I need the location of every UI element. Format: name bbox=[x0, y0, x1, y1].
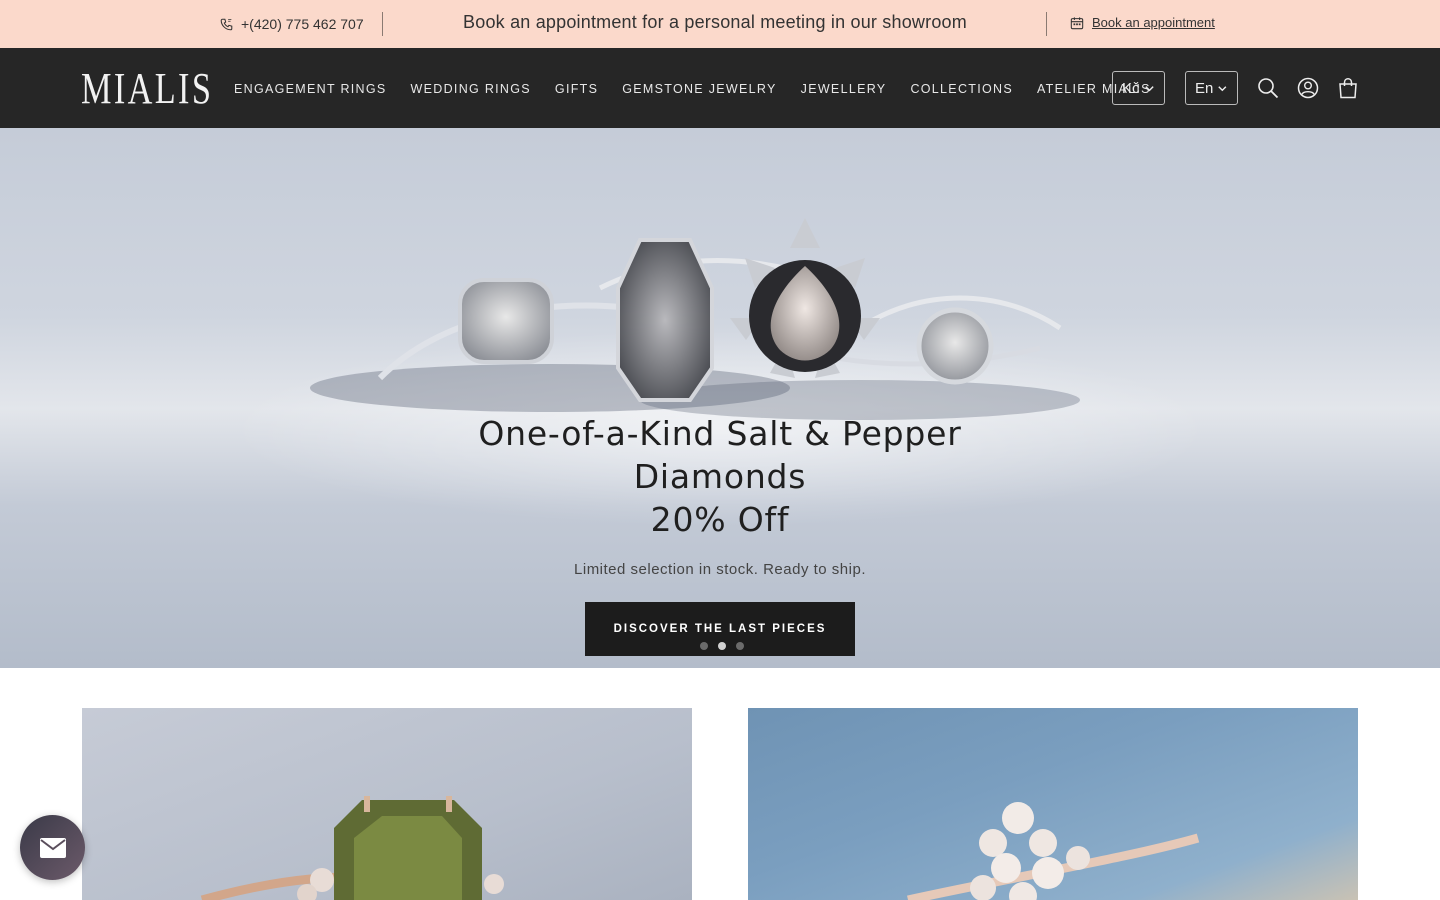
hero-title-line: 20% Off bbox=[650, 500, 790, 539]
nav-item-gifts[interactable]: GIFTS bbox=[555, 82, 598, 96]
hero-title-line: One-of-a-Kind Salt & Pepper bbox=[478, 414, 962, 453]
phone-number[interactable]: +(420) 775 462 707 bbox=[241, 16, 364, 32]
search-icon[interactable] bbox=[1257, 77, 1279, 99]
collection-tile-green-ring[interactable] bbox=[82, 708, 692, 900]
hero-banner: One-of-a-Kind Salt & Pepper Diamonds 20%… bbox=[0, 128, 1440, 668]
hero-title-line: Diamonds bbox=[633, 457, 807, 496]
phone-link[interactable]: +(420) 775 462 707 bbox=[220, 14, 364, 34]
cluster-ring-image bbox=[907, 802, 1200, 900]
hero-rings-image bbox=[310, 218, 1080, 420]
phone-icon bbox=[220, 18, 233, 30]
book-appointment-link[interactable]: Book an appointment bbox=[1070, 15, 1215, 30]
hero-title: One-of-a-Kind Salt & Pepper Diamonds 20%… bbox=[420, 412, 1020, 541]
slider-dot[interactable] bbox=[736, 642, 744, 650]
hero-subtitle: Limited selection in stock. Ready to shi… bbox=[574, 561, 866, 578]
chevron-down-icon bbox=[1218, 85, 1227, 91]
book-appointment-label[interactable]: Book an appointment bbox=[1092, 15, 1215, 30]
nav-item-wedding-rings[interactable]: WEDDING RINGS bbox=[411, 82, 531, 96]
currency-value: Kč bbox=[1122, 79, 1140, 97]
nav-item-gemstone-jewelry[interactable]: GEMSTONE JEWELRY bbox=[622, 82, 776, 96]
language-value: En bbox=[1195, 79, 1214, 97]
chevron-down-icon bbox=[1144, 85, 1154, 91]
brand-logo[interactable]: MIALIS bbox=[81, 66, 213, 112]
slider-dot-active[interactable] bbox=[718, 642, 726, 650]
currency-select[interactable]: Kč bbox=[1112, 71, 1165, 105]
chat-button[interactable] bbox=[20, 815, 85, 880]
collection-tile-cluster-ring[interactable] bbox=[748, 708, 1358, 900]
nav-item-jewellery[interactable]: JEWELLERY bbox=[801, 82, 887, 96]
language-select[interactable]: En bbox=[1185, 71, 1238, 105]
divider bbox=[382, 12, 383, 36]
nav-menu: ENGAGEMENT RINGS WEDDING RINGS GIFTS GEM… bbox=[234, 82, 1151, 96]
slider-dots bbox=[700, 642, 744, 650]
green-gem-ring-image bbox=[200, 796, 504, 900]
calendar-icon bbox=[1070, 16, 1084, 29]
main-nav: MIALIS ENGAGEMENT RINGS WEDDING RINGS GI… bbox=[0, 48, 1440, 128]
cart-icon[interactable] bbox=[1337, 77, 1359, 99]
promo-text: Book an appointment for a personal meeti… bbox=[463, 12, 967, 32]
slider-dot[interactable] bbox=[700, 642, 708, 650]
announcement-bar: +(420) 775 462 707 Book an appointment f… bbox=[0, 0, 1440, 48]
divider bbox=[1046, 12, 1047, 36]
nav-item-collections[interactable]: COLLECTIONS bbox=[910, 82, 1013, 96]
nav-item-engagement-rings[interactable]: ENGAGEMENT RINGS bbox=[234, 82, 387, 96]
account-icon[interactable] bbox=[1297, 77, 1319, 99]
mail-icon bbox=[39, 837, 66, 858]
